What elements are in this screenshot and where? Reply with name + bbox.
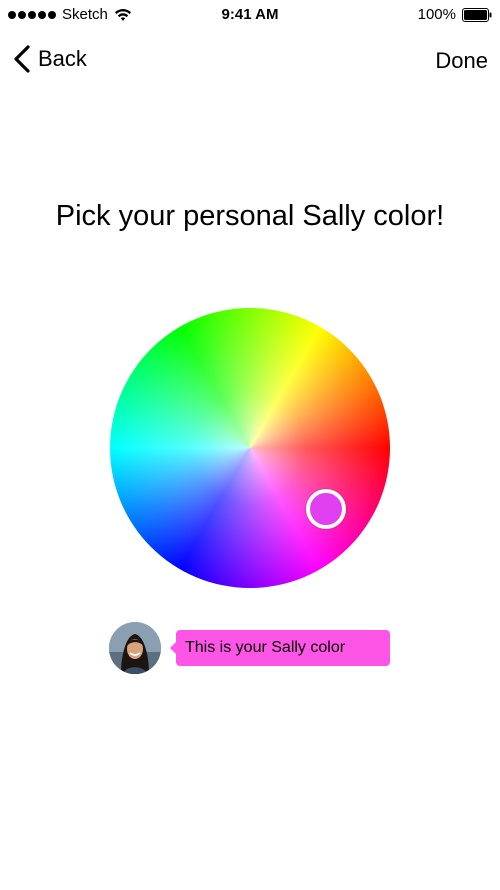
avatar-image	[109, 622, 161, 674]
battery-icon	[462, 7, 492, 22]
sally-color-tooltip: This is your Sally color	[176, 630, 390, 666]
status-bar: Sketch 9:41 AM 100%	[0, 0, 500, 32]
back-label: Back	[38, 46, 87, 71]
battery-percentage: 100%	[417, 6, 456, 23]
back-button[interactable]: Back	[12, 44, 87, 74]
navigation-bar: Back Done	[0, 40, 500, 84]
tooltip-text: This is your Sally color	[185, 639, 346, 656]
page-title: Pick your personal Sally color!	[55, 200, 445, 232]
status-right: 100%	[418, 6, 492, 23]
chevron-left-icon	[14, 45, 30, 73]
avatar	[109, 622, 161, 674]
color-wheel[interactable]	[110, 308, 390, 588]
color-selector-handle[interactable]	[306, 489, 346, 529]
done-button[interactable]: Done	[435, 48, 488, 74]
